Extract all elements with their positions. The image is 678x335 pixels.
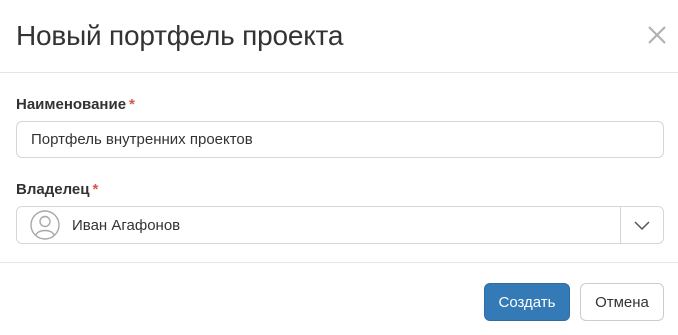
- owner-select-value: Иван Агафонов: [72, 217, 181, 234]
- dialog-body: Наименование* Владелец* Иван Агафонов: [0, 73, 678, 263]
- dialog-header: Новый портфель проекта: [0, 0, 678, 73]
- dialog-title: Новый портфель проекта: [16, 20, 344, 51]
- close-button[interactable]: [644, 22, 670, 48]
- chevron-down-icon[interactable]: [633, 218, 651, 232]
- owner-select[interactable]: Иван Агафонов: [16, 206, 664, 244]
- user-avatar-icon: [30, 210, 60, 240]
- new-portfolio-dialog: Новый портфель проекта Наименование* Вла…: [0, 0, 678, 335]
- create-button[interactable]: Создать: [484, 283, 570, 321]
- close-icon: [648, 26, 666, 44]
- name-label-text: Наименование: [16, 96, 127, 113]
- select-divider: [620, 207, 621, 243]
- cancel-button[interactable]: Отмена: [580, 283, 664, 321]
- required-mark: *: [92, 181, 99, 198]
- owner-field-label: Владелец *: [16, 181, 98, 198]
- required-mark: *: [129, 96, 135, 113]
- dialog-footer: Создать Отмена: [0, 263, 678, 335]
- owner-label-text: Владелец: [16, 181, 90, 198]
- name-field-label: Наименование *: [16, 96, 135, 113]
- portfolio-name-input[interactable]: [16, 121, 664, 158]
